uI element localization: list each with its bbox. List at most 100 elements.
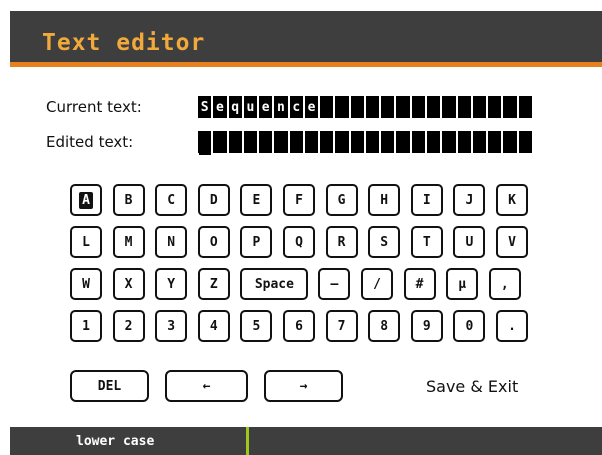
key-label: # [415,276,424,292]
key-c[interactable]: C [155,184,188,216]
key-5[interactable]: 5 [240,310,273,342]
key-0[interactable]: 0 [453,310,486,342]
key-label: Q [295,234,303,250]
key-g[interactable]: G [325,184,358,216]
key-label: / [373,276,381,292]
key-z[interactable]: Z [197,268,230,300]
current-text-label: Current text: [46,98,142,116]
key-b[interactable]: B [112,184,145,216]
current-char-cell: u [243,96,258,118]
current-char-cell [518,96,532,118]
edited-char-cell [289,131,303,153]
edited-char-cell [259,131,273,153]
key-8[interactable]: 8 [368,310,401,342]
text-editor-screen: Text editor Current text: Sequence Edite… [0,0,602,455]
key-label: – [330,276,339,292]
key-label: C [167,192,176,208]
edited-char-cell [442,131,456,153]
current-char-cell [335,96,349,118]
cursor-left-button[interactable]: ← [165,370,248,402]
key-e[interactable]: E [240,184,273,216]
save-exit-button[interactable]: Save & Exit [426,377,518,396]
key-a[interactable]: A [70,184,102,216]
current-char-cell [381,96,395,118]
current-char-cell: e [259,96,273,118]
key-space[interactable]: Space [240,268,309,300]
key-d[interactable]: D [197,184,230,216]
edited-char-cell [518,131,532,153]
current-char-cell [350,96,364,118]
key-x[interactable]: X [112,268,145,300]
current-char-cell [457,96,471,118]
edited-char-cell [381,131,395,153]
key-label: 6 [295,318,303,334]
key-label: D [209,192,218,208]
key-4[interactable]: 4 [197,310,230,342]
key-symbol[interactable]: . [496,310,528,342]
key-label: P [252,234,261,250]
key-j[interactable]: J [453,184,486,216]
key-n[interactable]: N [155,226,188,258]
key-label: O [209,234,218,250]
current-char-cell: e [213,96,227,118]
key-1[interactable]: 1 [70,310,102,342]
current-char-cell: S [198,96,212,118]
key-symbol[interactable]: µ [446,268,479,300]
key-t[interactable]: T [410,226,443,258]
key-symbol[interactable]: – [318,268,351,300]
current-char-cell [320,96,334,118]
edited-char-cell [304,131,319,153]
page-title: Text editor [42,30,206,56]
edited-char-cell [198,131,212,153]
key-7[interactable]: 7 [325,310,358,342]
key-label: T [422,234,431,250]
key-label: , [500,276,509,292]
key-label: L [82,234,90,250]
key-h[interactable]: H [368,184,401,216]
del-button[interactable]: DEL [70,370,149,402]
key-o[interactable]: O [197,226,230,258]
current-char-cell: e [304,96,319,118]
key-l[interactable]: L [70,226,102,258]
key-symbol[interactable]: / [361,268,393,300]
key-s[interactable]: S [368,226,401,258]
key-label: K [508,192,516,208]
key-f[interactable]: F [283,184,315,216]
key-3[interactable]: 3 [155,310,188,342]
key-symbol[interactable]: , [488,268,521,300]
current-char-cell: c [289,96,303,118]
key-label: I [422,192,431,208]
key-k[interactable]: K [496,184,528,216]
edited-char-cell [320,131,334,153]
key-m[interactable]: M [112,226,145,258]
key-p[interactable]: P [240,226,273,258]
key-label: J [465,192,474,208]
key-i[interactable]: I [410,184,443,216]
edited-char-cell [426,131,441,153]
current-char-cell [426,96,441,118]
key-label: 0 [465,318,474,334]
edited-char-cell [243,131,258,153]
key-y[interactable]: Y [155,268,188,300]
case-mode-label[interactable]: lower case [76,434,154,449]
key-9[interactable]: 9 [410,310,443,342]
key-r[interactable]: R [325,226,358,258]
current-char-cell: n [274,96,288,118]
key-2[interactable]: 2 [112,310,145,342]
title-bar: Text editor [10,11,602,67]
key-q[interactable]: Q [283,226,315,258]
key-label: 1 [82,318,90,334]
key-v[interactable]: V [496,226,528,258]
current-char-cell [503,96,517,118]
status-bar: lower case [10,427,602,455]
status-divider [246,427,249,455]
edited-char-cell [488,131,502,153]
key-u[interactable]: U [453,226,486,258]
edited-text-field[interactable] [198,131,534,153]
key-w[interactable]: W [70,268,102,300]
key-symbol[interactable]: # [403,268,436,300]
edited-char-cell [411,131,425,153]
key-label: 4 [209,318,218,334]
key-6[interactable]: 6 [283,310,315,342]
cursor-right-button[interactable]: → [264,370,343,402]
